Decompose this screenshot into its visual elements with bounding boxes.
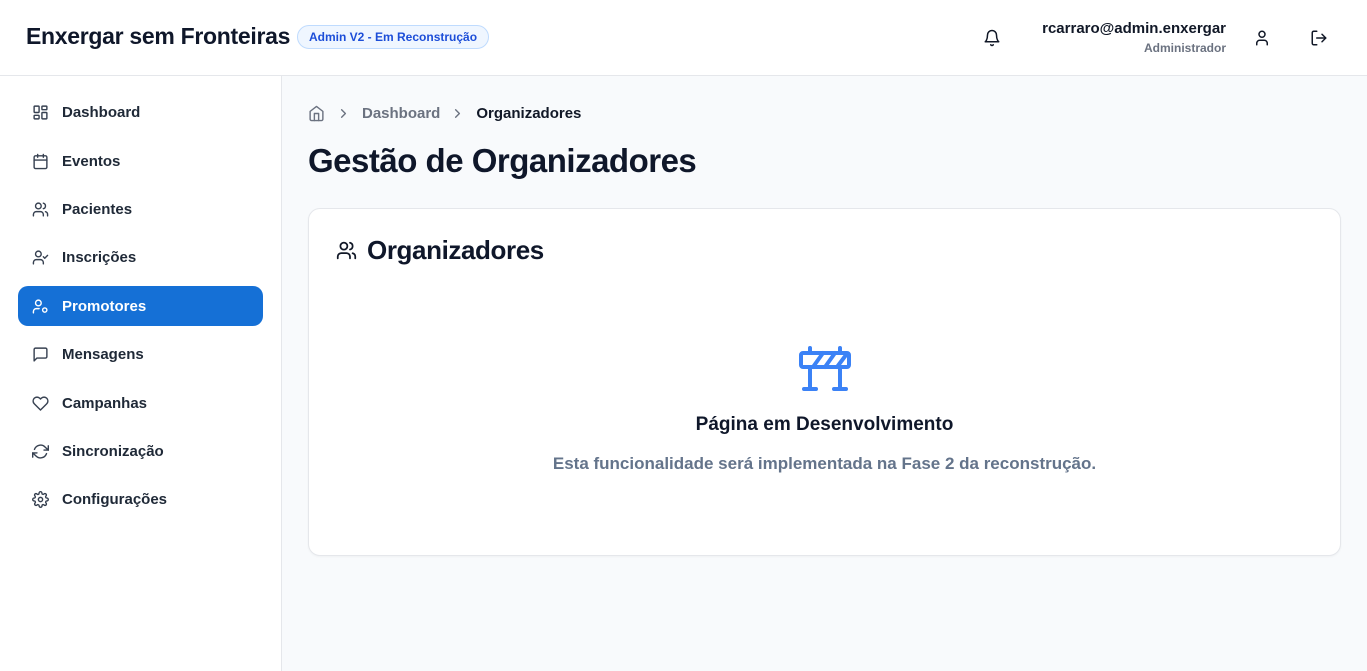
sidebar-item-label: Configurações <box>62 490 168 508</box>
top-header: Enxergar sem Fronteiras Admin V2 - Em Re… <box>0 0 1367 76</box>
sidebar-item-label: Inscrições <box>62 248 137 266</box>
home-icon[interactable] <box>308 104 326 122</box>
sidebar-item-pacientes[interactable]: Pacientes <box>18 189 263 229</box>
sidebar-item-inscricoes[interactable]: Inscrições <box>18 237 263 277</box>
page-title: Gestão de Organizadores <box>308 142 697 179</box>
user-icon[interactable] <box>1251 27 1273 49</box>
user-email: rcarraro@admin.enxergar <box>1042 20 1226 37</box>
sidebar-item-label: Pacientes <box>62 200 133 218</box>
chevron-right-icon <box>336 105 352 121</box>
layout-grid-icon <box>31 103 49 121</box>
card-title: Organizadores <box>367 235 544 265</box>
construction-icon <box>798 345 852 393</box>
sidebar-item-eventos[interactable]: Eventos <box>18 141 263 181</box>
users-icon <box>31 200 49 218</box>
sidebar-item-label: Eventos <box>62 152 121 170</box>
sidebar-item-sincronizacao[interactable]: Sincronização <box>18 431 263 471</box>
refresh-icon <box>31 442 49 460</box>
wip-description: Esta funcionalidade será implementada na… <box>552 454 1097 473</box>
sidebar-item-label: Campanhas <box>62 394 148 412</box>
sidebar: Dashboard Eventos Pacientes Inscrições P… <box>0 76 282 671</box>
user-role: Administrador <box>1143 41 1226 55</box>
logout-icon[interactable] <box>1308 27 1330 49</box>
settings-icon <box>31 490 49 508</box>
user-cog-icon <box>31 297 49 315</box>
message-square-icon <box>31 345 49 363</box>
breadcrumb-dashboard[interactable]: Dashboard <box>362 105 440 122</box>
sidebar-item-promotores[interactable]: Promotores <box>18 286 263 326</box>
sidebar-item-label: Promotores <box>62 297 147 315</box>
sidebar-item-campanhas[interactable]: Campanhas <box>18 383 263 423</box>
version-badge: Admin V2 - Em Reconstrução <box>297 25 490 49</box>
breadcrumb-current: Organizadores <box>476 104 582 122</box>
heart-icon <box>31 394 49 412</box>
sidebar-item-mensagens[interactable]: Mensagens <box>18 334 263 374</box>
organizadores-card: Organizadores Página em Desenvolvimento … <box>308 208 1341 556</box>
brand-title[interactable]: Enxergar sem Fronteiras <box>26 23 290 50</box>
breadcrumb: Dashboard Organizadores <box>308 102 581 124</box>
sidebar-item-label: Mensagens <box>62 345 144 363</box>
users-icon <box>336 240 358 262</box>
calendar-icon <box>31 152 49 170</box>
card-header: Organizadores <box>336 235 544 266</box>
sidebar-item-configuracoes[interactable]: Configurações <box>18 479 263 519</box>
wip-title: Página em Desenvolvimento <box>695 414 954 435</box>
sidebar-item-dashboard[interactable]: Dashboard <box>18 92 263 132</box>
user-check-icon <box>31 248 49 266</box>
sidebar-item-label: Sincronização <box>62 442 164 460</box>
sidebar-item-label: Dashboard <box>62 103 141 121</box>
chevron-right-icon <box>450 105 466 121</box>
bell-icon[interactable] <box>981 27 1003 49</box>
